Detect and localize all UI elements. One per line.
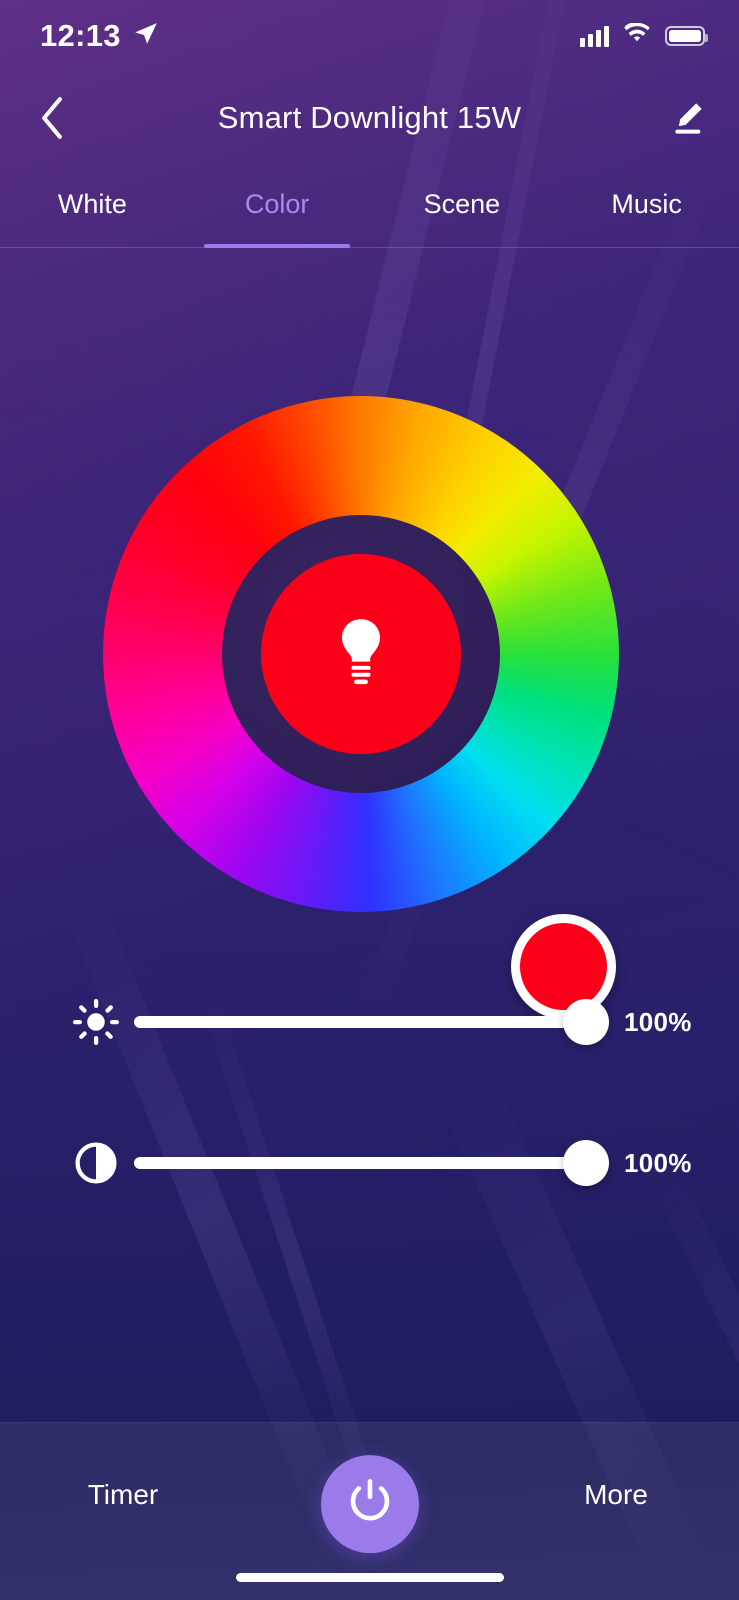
brightness-slider-row: 100% (0, 987, 739, 1057)
timer-button[interactable]: Timer (0, 1479, 246, 1511)
tab-music[interactable]: Music (554, 168, 739, 248)
edit-button[interactable] (657, 88, 717, 148)
saturation-slider-track[interactable] (134, 1140, 609, 1186)
nav-bar: Smart Downlight 15W (0, 78, 739, 158)
brightness-slider-track[interactable] (134, 999, 609, 1045)
tab-scene[interactable]: Scene (370, 168, 555, 248)
brightness-sun-icon (58, 998, 134, 1046)
power-button[interactable] (320, 1454, 419, 1553)
app-screen: 12:13 Smart Downlight 15W White Color Sc… (0, 0, 739, 1600)
location-arrow-icon (133, 21, 159, 52)
selected-color-preview[interactable] (261, 554, 461, 754)
brightness-value: 100% (624, 1006, 692, 1037)
status-bar: 12:13 (0, 0, 739, 72)
status-bar-left: 12:13 (40, 18, 159, 54)
mode-tabs: White Color Scene Music (0, 168, 739, 248)
status-clock: 12:13 (40, 18, 121, 53)
status-bar-right (580, 22, 708, 50)
tab-color[interactable]: Color (185, 168, 370, 248)
color-wheel[interactable] (103, 396, 619, 1019)
tab-white[interactable]: White (0, 168, 185, 248)
back-button[interactable] (22, 88, 82, 148)
home-indicator (235, 1573, 504, 1582)
battery-full-icon (665, 26, 708, 46)
saturation-slider-thumb[interactable] (563, 1140, 609, 1186)
more-button[interactable]: More (493, 1479, 739, 1511)
cellular-signal-icon (580, 25, 609, 47)
saturation-contrast-icon (58, 1140, 134, 1186)
page-title: Smart Downlight 15W (217, 100, 522, 135)
wifi-icon (623, 22, 651, 50)
light-bulb-icon (331, 614, 391, 695)
power-icon (343, 1474, 397, 1533)
saturation-value: 100% (624, 1147, 692, 1178)
saturation-slider-row: 100% (0, 1128, 739, 1198)
brightness-slider-thumb[interactable] (563, 999, 609, 1045)
bottom-action-bar: Timer More (0, 1422, 739, 1600)
